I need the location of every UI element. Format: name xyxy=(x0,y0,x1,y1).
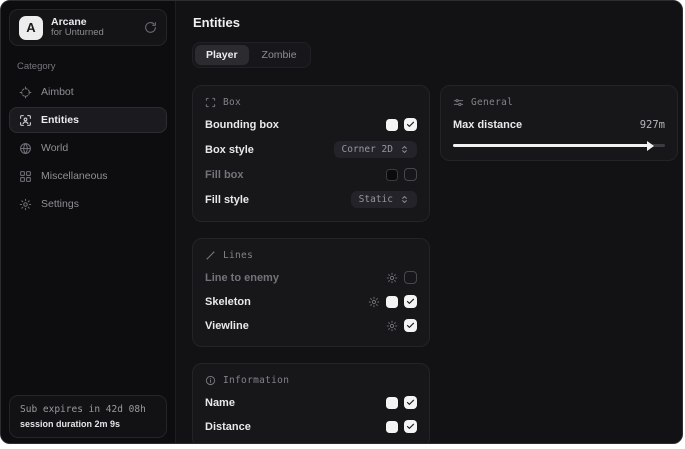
setting-label: Name xyxy=(205,397,235,409)
setting-row-fill-box: Fill box xyxy=(205,167,417,182)
box-corners-icon xyxy=(205,97,216,108)
fill-style-select[interactable]: Static xyxy=(351,191,417,208)
app-window: A Arcane for Unturned Category Aimbot xyxy=(0,0,683,444)
fill-box-checkbox[interactable] xyxy=(404,168,417,181)
row-settings-gear-icon[interactable] xyxy=(386,272,398,284)
viewline-checkbox[interactable] xyxy=(404,319,417,332)
tab-player[interactable]: Player xyxy=(195,45,249,65)
chevron-updown-icon xyxy=(400,145,409,154)
box-card: Box Bounding box Box style xyxy=(192,85,430,222)
sidebar-item-label: Aimbot xyxy=(41,86,74,98)
row-settings-gear-icon[interactable] xyxy=(386,320,398,332)
setting-row-skeleton: Skeleton xyxy=(205,294,417,309)
max-distance-slider[interactable] xyxy=(453,144,665,147)
check-icon xyxy=(406,422,415,431)
app-logo: A xyxy=(19,16,43,40)
card-title: Box xyxy=(223,97,241,108)
grid-icon xyxy=(19,170,32,183)
setting-row-distance: Distance xyxy=(205,419,417,434)
check-icon xyxy=(406,120,415,129)
setting-label: Line to enemy xyxy=(205,272,279,284)
select-value: Corner 2D xyxy=(342,144,393,155)
setting-row-bounding-box: Bounding box xyxy=(205,117,417,132)
line-to-enemy-checkbox[interactable] xyxy=(404,271,417,284)
entity-tabs: Player Zombie xyxy=(192,42,311,68)
check-icon xyxy=(406,398,415,407)
max-distance-value: 927m xyxy=(640,119,665,131)
setting-row-box-style: Box style Corner 2D xyxy=(205,141,417,158)
card-title: Information xyxy=(223,375,289,386)
general-card: General Max distance 927m xyxy=(440,85,678,161)
entity-scan-icon xyxy=(19,114,32,127)
sliders-icon xyxy=(453,97,464,108)
crosshair-icon xyxy=(19,86,32,99)
color-swatch[interactable] xyxy=(386,397,398,409)
app-subtitle: for Unturned xyxy=(51,28,104,39)
slider-thumb[interactable] xyxy=(647,141,654,151)
sidebar-item-label: Settings xyxy=(41,198,79,210)
sidebar-item-label: Entities xyxy=(41,114,79,126)
setting-label: Skeleton xyxy=(205,296,251,308)
setting-label: Fill style xyxy=(205,194,249,206)
globe-icon xyxy=(19,142,32,155)
account-card: A Arcane for Unturned xyxy=(9,9,167,46)
setting-row-max-distance: Max distance 927m xyxy=(453,117,665,132)
setting-row-viewline: Viewline xyxy=(205,318,417,333)
check-icon xyxy=(406,297,415,306)
lines-card: Lines Line to enemy xyxy=(192,238,430,347)
card-title: Lines xyxy=(223,250,253,261)
row-settings-gear-icon[interactable] xyxy=(368,296,380,308)
name-checkbox[interactable] xyxy=(404,396,417,409)
skeleton-checkbox[interactable] xyxy=(404,295,417,308)
subscription-card: Sub expires in 42d 08h session duration … xyxy=(9,395,167,438)
category-label: Category xyxy=(17,61,161,72)
info-icon xyxy=(205,375,216,386)
setting-row-name: Name xyxy=(205,395,417,410)
setting-label: Box style xyxy=(205,144,254,156)
card-title: General xyxy=(471,97,513,108)
page-title: Entities xyxy=(193,15,678,30)
sidebar-item-aimbot[interactable]: Aimbot xyxy=(9,79,167,105)
chevron-updown-icon xyxy=(400,195,409,204)
sidebar-item-label: Miscellaneous xyxy=(41,170,108,182)
bounding-box-checkbox[interactable] xyxy=(404,118,417,131)
sync-icon[interactable] xyxy=(144,21,157,34)
setting-row-line-to-enemy: Line to enemy xyxy=(205,270,417,285)
setting-label: Fill box xyxy=(205,169,244,181)
sidebar-item-label: World xyxy=(41,142,68,154)
check-icon xyxy=(406,321,415,330)
color-swatch[interactable] xyxy=(386,119,398,131)
sidebar-item-entities[interactable]: Entities xyxy=(9,107,167,133)
color-swatch[interactable] xyxy=(386,296,398,308)
tab-zombie[interactable]: Zombie xyxy=(251,45,308,65)
information-card: Information Name Distance xyxy=(192,363,430,444)
session-duration-text: session duration 2m 9s xyxy=(20,419,156,429)
setting-row-fill-style: Fill style Static xyxy=(205,191,417,208)
setting-label: Bounding box xyxy=(205,119,279,131)
distance-checkbox[interactable] xyxy=(404,420,417,433)
sidebar: A Arcane for Unturned Category Aimbot xyxy=(1,1,176,443)
diagonal-line-icon xyxy=(205,250,216,261)
slider-fill xyxy=(453,144,648,147)
color-swatch[interactable] xyxy=(386,169,398,181)
setting-label: Viewline xyxy=(205,320,249,332)
gear-icon xyxy=(19,198,32,211)
box-style-select[interactable]: Corner 2D xyxy=(334,141,417,158)
sidebar-item-world[interactable]: World xyxy=(9,135,167,161)
select-value: Static xyxy=(359,194,393,205)
sub-expires-text: Sub expires in 42d 08h xyxy=(20,404,156,415)
sidebar-item-miscellaneous[interactable]: Miscellaneous xyxy=(9,163,167,189)
sidebar-item-settings[interactable]: Settings xyxy=(9,191,167,217)
setting-label: Max distance xyxy=(453,119,522,131)
color-swatch[interactable] xyxy=(386,421,398,433)
main-panel: Entities Player Zombie Box xyxy=(176,1,683,443)
setting-label: Distance xyxy=(205,421,251,433)
